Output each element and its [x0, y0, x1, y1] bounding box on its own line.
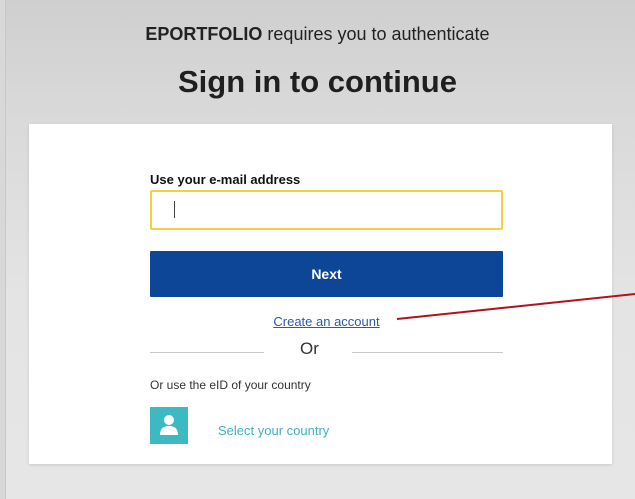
authentication-message: EPORTFOLIO requires you to authenticate — [0, 24, 635, 45]
next-button[interactable]: Next — [150, 251, 503, 297]
auth-requirement-text: requires you to authenticate — [262, 24, 490, 44]
divider-line-right — [352, 352, 503, 353]
email-input[interactable] — [150, 190, 503, 230]
or-divider: Or — [150, 337, 503, 361]
user-icon — [160, 415, 178, 435]
select-country-icon-button[interactable] — [150, 407, 188, 444]
create-account-link[interactable]: Create an account — [29, 314, 624, 329]
or-label: Or — [300, 339, 319, 358]
eid-label: Or use the eID of your country — [150, 378, 311, 392]
sign-in-card: Use your e-mail address Next Create an a… — [29, 124, 612, 464]
page-title: Sign in to continue — [178, 64, 457, 99]
select-country-link[interactable]: Select your country — [218, 423, 329, 438]
text-cursor — [174, 201, 175, 218]
divider-line-left — [150, 352, 264, 353]
app-name: EPORTFOLIO — [145, 24, 263, 44]
auth-header: EPORTFOLIO requires you to authenticate … — [0, 0, 635, 120]
email-label: Use your e-mail address — [150, 172, 301, 187]
